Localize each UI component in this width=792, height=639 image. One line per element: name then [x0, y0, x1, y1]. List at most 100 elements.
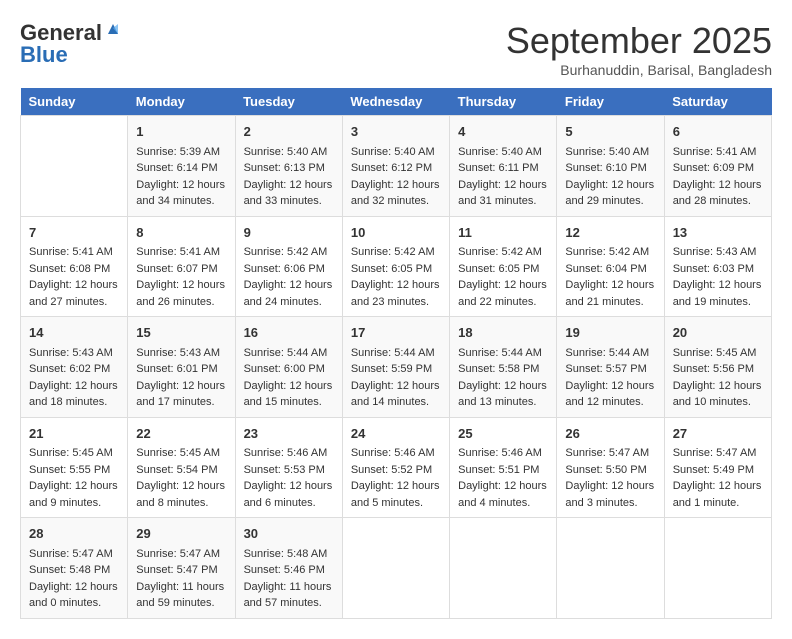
day-number: 13 — [673, 223, 763, 243]
day-info: Daylight: 12 hours — [565, 378, 655, 395]
day-info: Sunrise: 5:47 AM — [29, 546, 119, 563]
day-cell: 24Sunrise: 5:46 AMSunset: 5:52 PMDayligh… — [342, 417, 449, 518]
col-header-sunday: Sunday — [21, 88, 128, 116]
day-number: 9 — [244, 223, 334, 243]
day-info: and 24 minutes. — [244, 294, 334, 311]
calendar-table: SundayMondayTuesdayWednesdayThursdayFrid… — [20, 88, 772, 619]
day-info: Sunset: 6:03 PM — [673, 261, 763, 278]
day-info: and 28 minutes. — [673, 193, 763, 210]
day-info: and 1 minute. — [673, 495, 763, 512]
day-info: Daylight: 12 hours — [351, 478, 441, 495]
day-info: Daylight: 12 hours — [29, 378, 119, 395]
day-info: Daylight: 12 hours — [673, 478, 763, 495]
day-info: and 59 minutes. — [136, 595, 226, 612]
day-info: and 33 minutes. — [244, 193, 334, 210]
column-headers: SundayMondayTuesdayWednesdayThursdayFrid… — [21, 88, 772, 116]
day-info: Sunset: 6:08 PM — [29, 261, 119, 278]
day-info: Sunrise: 5:44 AM — [565, 345, 655, 362]
day-cell: 8Sunrise: 5:41 AMSunset: 6:07 PMDaylight… — [128, 216, 235, 317]
day-info: Sunrise: 5:48 AM — [244, 546, 334, 563]
day-info: and 0 minutes. — [29, 595, 119, 612]
day-cell: 3Sunrise: 5:40 AMSunset: 6:12 PMDaylight… — [342, 116, 449, 217]
day-cell: 29Sunrise: 5:47 AMSunset: 5:47 PMDayligh… — [128, 518, 235, 619]
day-info: and 22 minutes. — [458, 294, 548, 311]
day-number: 16 — [244, 323, 334, 343]
day-info: Sunrise: 5:41 AM — [673, 144, 763, 161]
day-info: Daylight: 12 hours — [673, 177, 763, 194]
day-number: 15 — [136, 323, 226, 343]
day-info: Sunrise: 5:43 AM — [29, 345, 119, 362]
day-info: Sunset: 6:14 PM — [136, 160, 226, 177]
day-info: Daylight: 12 hours — [673, 277, 763, 294]
day-info: Sunset: 6:10 PM — [565, 160, 655, 177]
day-info: Daylight: 12 hours — [458, 277, 548, 294]
day-cell — [557, 518, 664, 619]
day-cell: 26Sunrise: 5:47 AMSunset: 5:50 PMDayligh… — [557, 417, 664, 518]
day-info: and 6 minutes. — [244, 495, 334, 512]
day-info: and 23 minutes. — [351, 294, 441, 311]
day-info: Sunrise: 5:43 AM — [673, 244, 763, 261]
day-number: 10 — [351, 223, 441, 243]
day-info: Sunset: 6:07 PM — [136, 261, 226, 278]
day-cell: 28Sunrise: 5:47 AMSunset: 5:48 PMDayligh… — [21, 518, 128, 619]
calendar-body: 1Sunrise: 5:39 AMSunset: 6:14 PMDaylight… — [21, 116, 772, 619]
day-cell: 1Sunrise: 5:39 AMSunset: 6:14 PMDaylight… — [128, 116, 235, 217]
day-info: Daylight: 12 hours — [565, 177, 655, 194]
day-info: Daylight: 12 hours — [351, 277, 441, 294]
day-info: Sunset: 5:51 PM — [458, 462, 548, 479]
day-info: Daylight: 12 hours — [458, 378, 548, 395]
day-number: 3 — [351, 122, 441, 142]
day-cell: 19Sunrise: 5:44 AMSunset: 5:57 PMDayligh… — [557, 317, 664, 418]
day-info: Sunrise: 5:41 AM — [136, 244, 226, 261]
day-cell: 5Sunrise: 5:40 AMSunset: 6:10 PMDaylight… — [557, 116, 664, 217]
day-info: Sunset: 5:49 PM — [673, 462, 763, 479]
day-number: 19 — [565, 323, 655, 343]
day-info: Daylight: 12 hours — [458, 177, 548, 194]
day-info: Daylight: 12 hours — [351, 378, 441, 395]
day-number: 23 — [244, 424, 334, 444]
col-header-friday: Friday — [557, 88, 664, 116]
day-cell: 10Sunrise: 5:42 AMSunset: 6:05 PMDayligh… — [342, 216, 449, 317]
day-info: and 4 minutes. — [458, 495, 548, 512]
day-info: Sunset: 6:12 PM — [351, 160, 441, 177]
day-info: Sunset: 6:01 PM — [136, 361, 226, 378]
title-block: September 2025 Burhanuddin, Barisal, Ban… — [506, 20, 772, 78]
col-header-monday: Monday — [128, 88, 235, 116]
day-info: Sunrise: 5:40 AM — [351, 144, 441, 161]
day-info: and 27 minutes. — [29, 294, 119, 311]
day-info: Sunset: 6:04 PM — [565, 261, 655, 278]
day-info: Sunset: 5:50 PM — [565, 462, 655, 479]
day-cell — [450, 518, 557, 619]
day-cell: 6Sunrise: 5:41 AMSunset: 6:09 PMDaylight… — [664, 116, 771, 217]
day-info: Sunrise: 5:45 AM — [136, 445, 226, 462]
day-info: Sunrise: 5:40 AM — [458, 144, 548, 161]
day-cell: 4Sunrise: 5:40 AMSunset: 6:11 PMDaylight… — [450, 116, 557, 217]
day-info: and 12 minutes. — [565, 394, 655, 411]
day-cell: 25Sunrise: 5:46 AMSunset: 5:51 PMDayligh… — [450, 417, 557, 518]
week-row-4: 21Sunrise: 5:45 AMSunset: 5:55 PMDayligh… — [21, 417, 772, 518]
day-info: Sunset: 5:46 PM — [244, 562, 334, 579]
day-number: 2 — [244, 122, 334, 142]
month-title: September 2025 — [506, 20, 772, 62]
day-info: and 31 minutes. — [458, 193, 548, 210]
day-info: Sunrise: 5:46 AM — [458, 445, 548, 462]
day-info: Daylight: 12 hours — [458, 478, 548, 495]
week-row-3: 14Sunrise: 5:43 AMSunset: 6:02 PMDayligh… — [21, 317, 772, 418]
day-info: Sunrise: 5:42 AM — [351, 244, 441, 261]
day-info: Sunset: 5:53 PM — [244, 462, 334, 479]
col-header-thursday: Thursday — [450, 88, 557, 116]
day-cell: 12Sunrise: 5:42 AMSunset: 6:04 PMDayligh… — [557, 216, 664, 317]
day-info: and 17 minutes. — [136, 394, 226, 411]
day-info: Daylight: 12 hours — [673, 378, 763, 395]
day-number: 6 — [673, 122, 763, 142]
day-info: Sunset: 6:05 PM — [351, 261, 441, 278]
day-number: 5 — [565, 122, 655, 142]
day-info: Sunset: 6:00 PM — [244, 361, 334, 378]
day-info: Daylight: 11 hours — [136, 579, 226, 596]
logo-icon — [104, 20, 122, 38]
day-cell: 16Sunrise: 5:44 AMSunset: 6:00 PMDayligh… — [235, 317, 342, 418]
day-cell: 20Sunrise: 5:45 AMSunset: 5:56 PMDayligh… — [664, 317, 771, 418]
day-info: Sunrise: 5:45 AM — [29, 445, 119, 462]
day-info: Sunrise: 5:46 AM — [351, 445, 441, 462]
day-info: and 5 minutes. — [351, 495, 441, 512]
